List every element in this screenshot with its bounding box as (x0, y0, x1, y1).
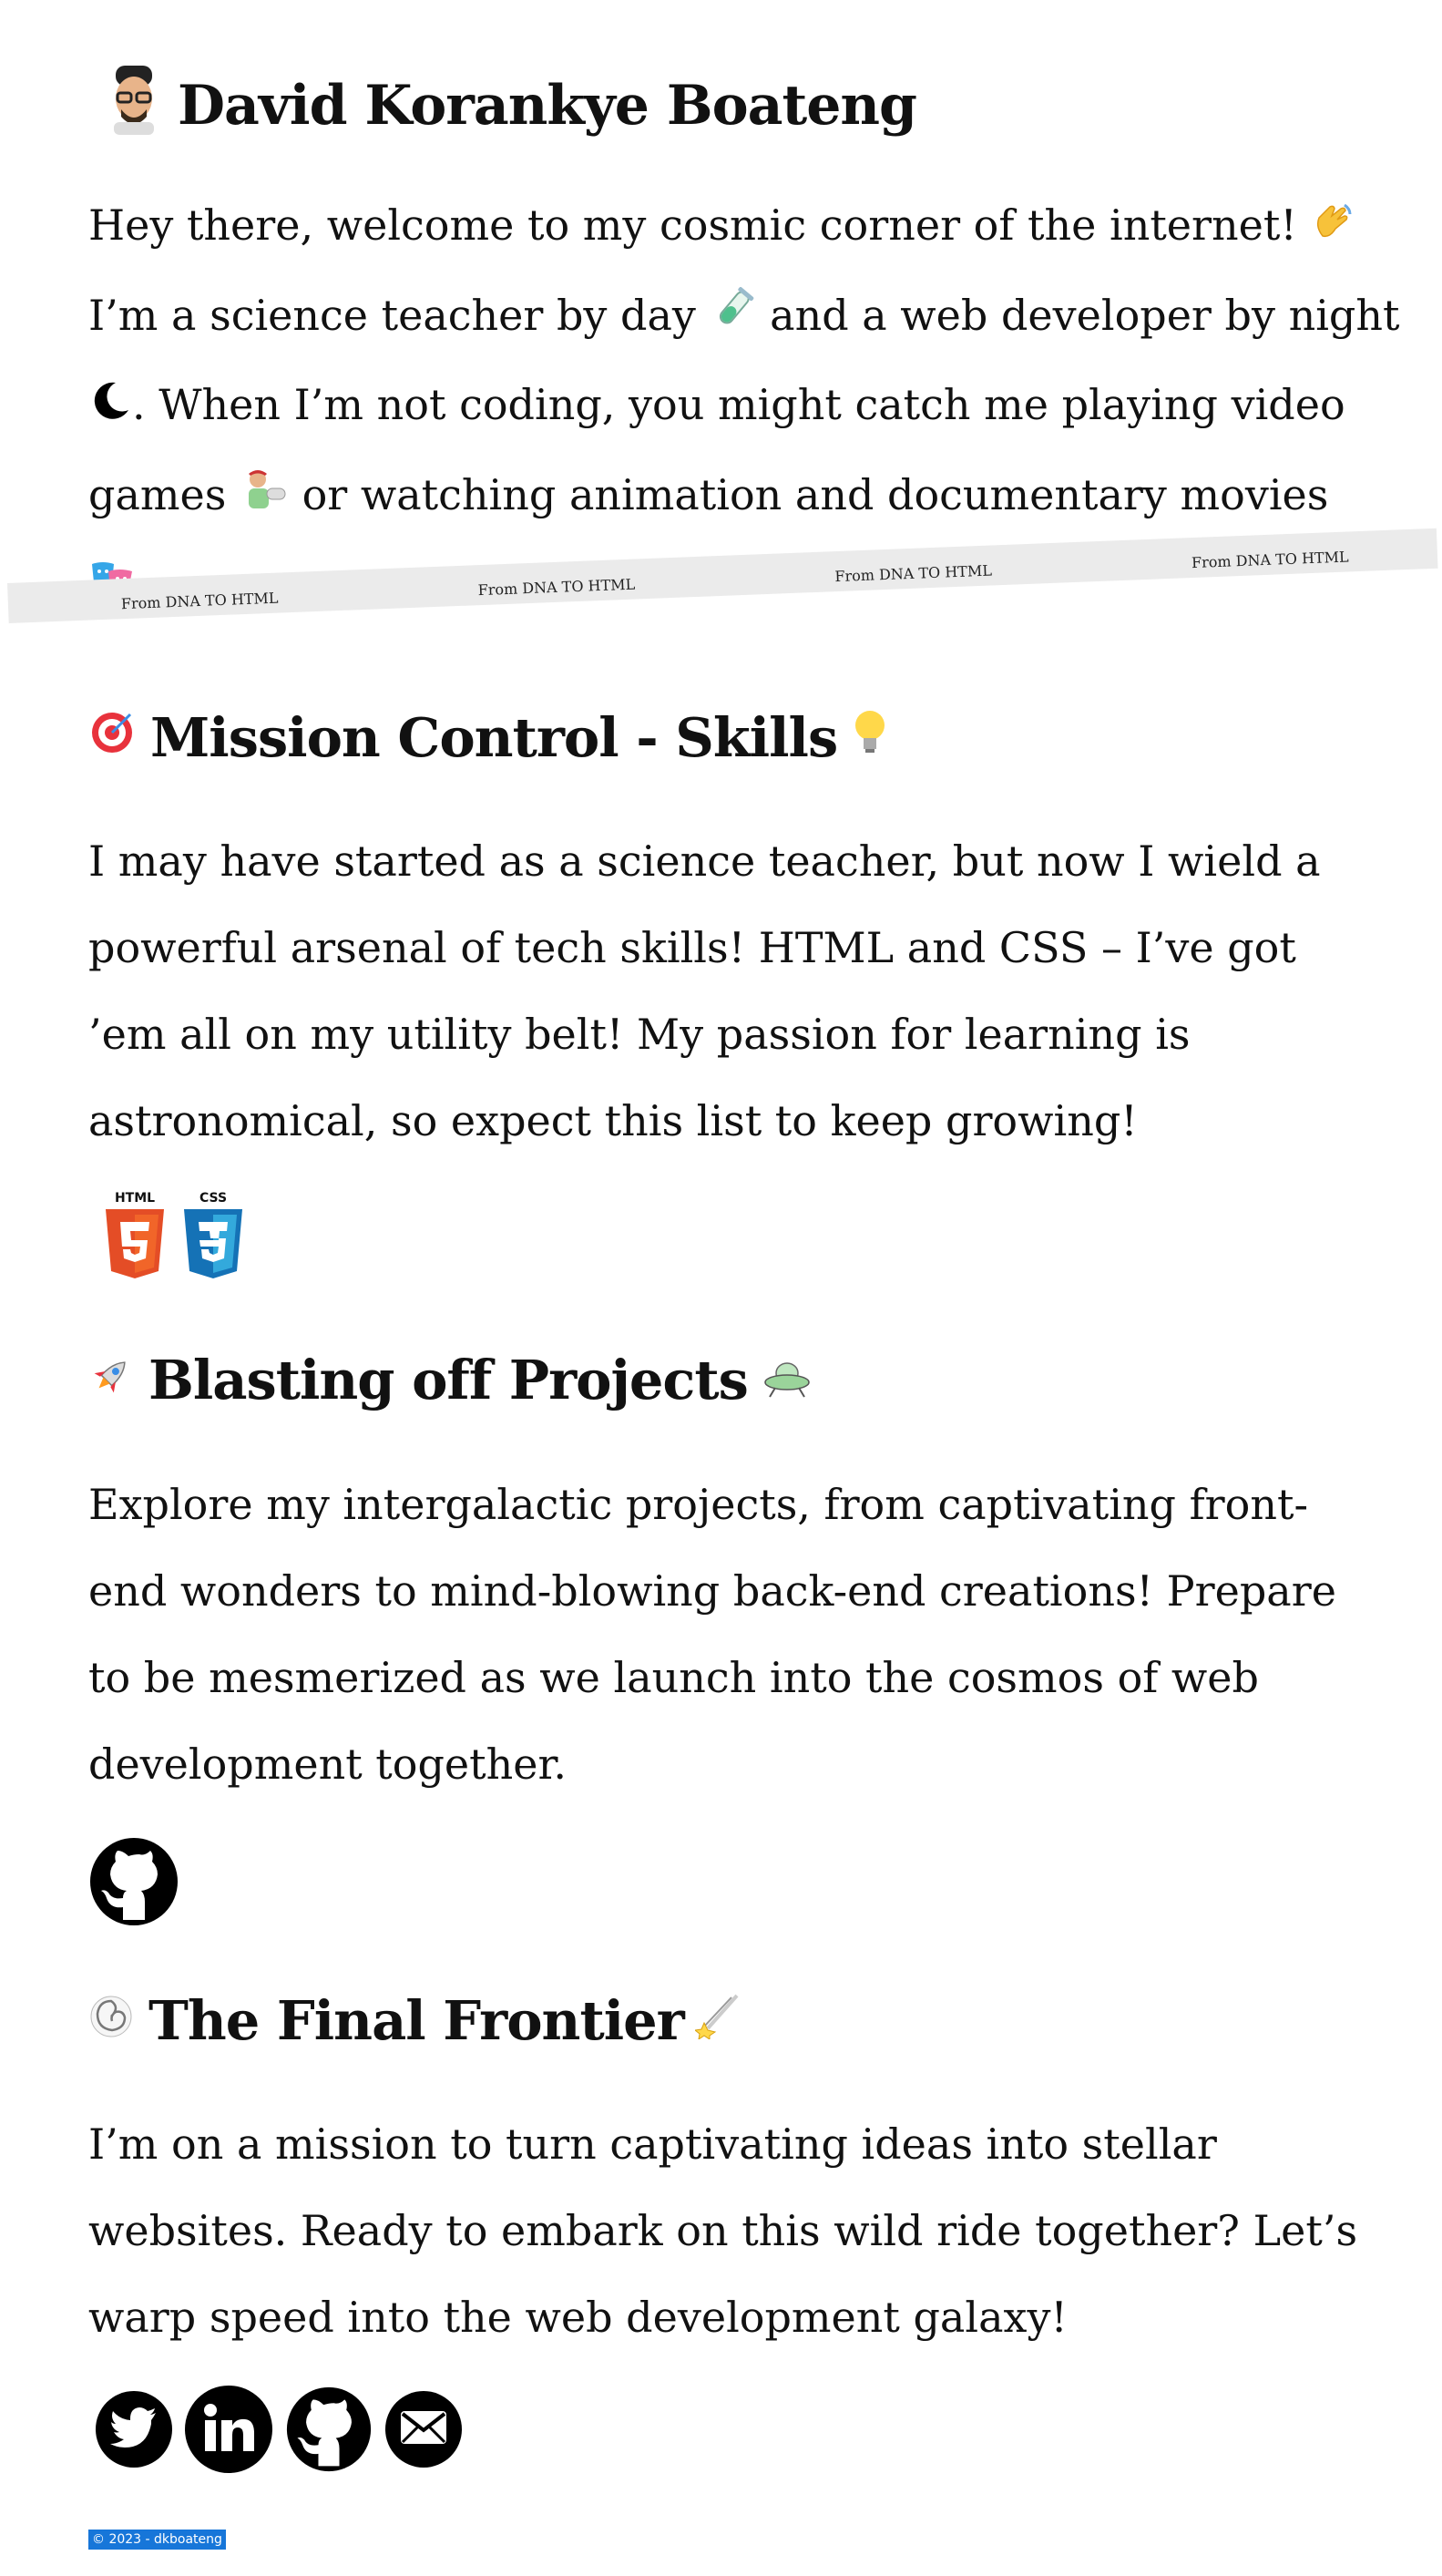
frontier-title: The Final Frontier (148, 1989, 685, 2052)
author-name: David Korankye Boateng (178, 73, 917, 138)
ribbon-text: From DNA TO HTML (477, 575, 636, 600)
test-tube-icon (710, 275, 757, 362)
galaxy-icon (88, 1989, 134, 2052)
email-icon (400, 2410, 447, 2448)
projects-paragraph: Explore my intergalactic projects, from … (88, 1480, 1336, 1789)
frontier-paragraph: I’m on a mission to turn captivating ide… (88, 2119, 1358, 2342)
projects-icon-row (88, 1836, 1400, 1931)
skills-heading: Mission Control - Skills (88, 706, 1400, 769)
ribbon-text: From DNA TO HTML (1191, 548, 1349, 572)
github-social-link[interactable] (285, 2386, 373, 2473)
page-title: David Korankye Boateng (107, 62, 1400, 149)
intro-line-4a: games (88, 469, 227, 519)
copyright-footer: © 2023 - dkboateng (88, 2530, 226, 2550)
skills-title: Mission Control - Skills (150, 706, 838, 769)
projects-heading: Blasting off Projects (88, 1349, 1400, 1411)
intro-line-2b: and a web developer by night (770, 290, 1400, 340)
intro-line-3: . When I’m not coding, you might catch m… (132, 380, 1345, 429)
github-icon (285, 2386, 373, 2477)
gamer-icon (240, 455, 289, 541)
skills-icon-row: HTML CSS (102, 1189, 1414, 1284)
crescent-moon-icon (88, 365, 132, 452)
ufo-icon (762, 1349, 812, 1411)
waving-hand-icon (1310, 186, 1354, 272)
linkedin-icon (203, 2404, 254, 2455)
intro-line-4b: or watching animation and documentary mo… (302, 469, 1329, 519)
developer-avatar-icon (107, 62, 161, 149)
projects-title: Blasting off Projects (148, 1349, 749, 1411)
frontier-heading: The Final Frontier (88, 1989, 1400, 2052)
html5-icon: HTML (102, 1189, 168, 1284)
light-bulb-icon (852, 706, 888, 769)
social-icon-row (96, 2386, 1407, 2473)
ribbon-text: From DNA TO HTML (834, 561, 993, 586)
email-link[interactable] (385, 2391, 462, 2468)
css3-icon: CSS (180, 1189, 246, 1284)
comet-icon (693, 1989, 741, 2052)
svg-text:CSS: CSS (199, 1191, 227, 1206)
svg-text:HTML: HTML (115, 1191, 155, 1206)
rocket-icon (88, 1349, 134, 1411)
twitter-link[interactable] (96, 2391, 172, 2468)
direct-hit-target-icon (88, 706, 136, 769)
ribbon-text: From DNA TO HTML (120, 589, 279, 613)
twitter-icon (110, 2407, 158, 2451)
skills-paragraph: I may have started as a science teacher,… (88, 836, 1321, 1145)
intro-line-2a: I’m a science teacher by day (88, 290, 696, 340)
github-link[interactable] (88, 1836, 179, 1931)
github-icon (88, 1838, 179, 1931)
linkedin-link[interactable] (185, 2386, 272, 2473)
intro-line-1: Hey there, welcome to my cosmic corner o… (88, 200, 1297, 250)
